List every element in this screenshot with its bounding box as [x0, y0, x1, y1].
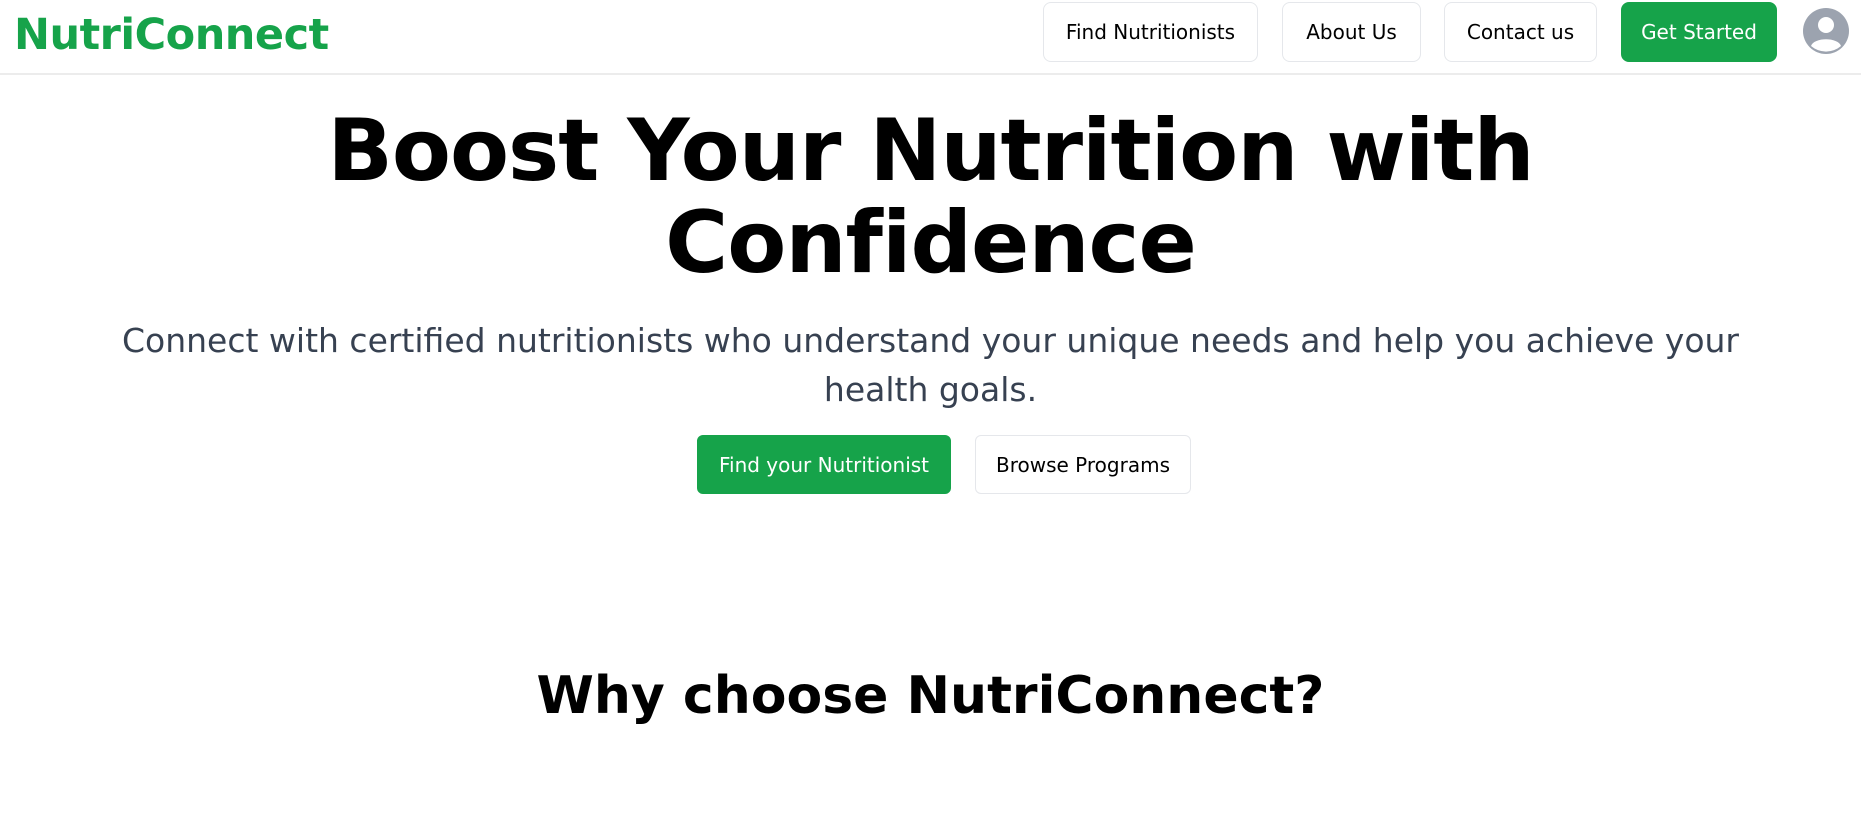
hero-title: Boost Your Nutrition with Confidence: [0, 105, 1861, 289]
user-avatar-icon[interactable]: [1802, 7, 1850, 55]
top-navbar: NutriConnect Find Nutritionists About Us…: [0, 0, 1861, 75]
get-started-button[interactable]: Get Started: [1621, 2, 1777, 62]
hero-title-line1: Boost Your Nutrition with: [327, 101, 1534, 201]
hero-subtitle: Connect with certified nutritionists who…: [121, 321, 1740, 409]
nav-contact-us-button[interactable]: Contact us: [1444, 2, 1597, 62]
brand-logo[interactable]: NutriConnect: [14, 6, 329, 64]
features-section-title: Why choose NutriConnect?: [536, 666, 1325, 726]
browse-programs-button[interactable]: Browse Programs: [975, 435, 1191, 494]
find-your-nutritionist-button[interactable]: Find your Nutritionist: [697, 435, 951, 494]
nav-find-nutritionists-button[interactable]: Find Nutritionists: [1043, 2, 1258, 62]
nav-about-us-button[interactable]: About Us: [1282, 2, 1421, 62]
hero-title-line2: Confidence: [665, 193, 1197, 293]
